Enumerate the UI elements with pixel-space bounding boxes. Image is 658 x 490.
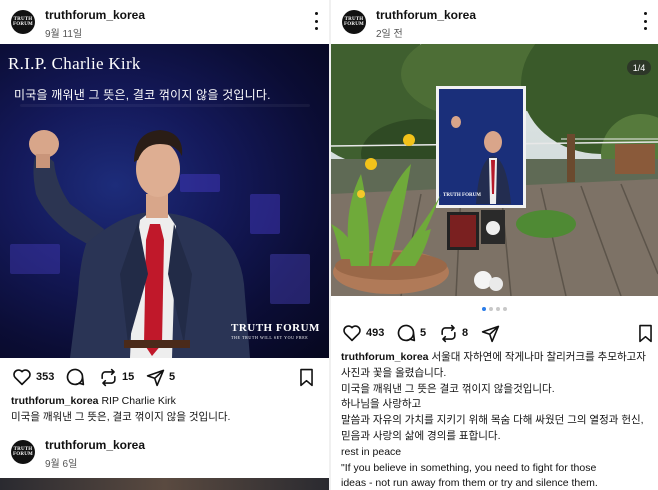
avatar-text: FORUM (13, 22, 33, 27)
caption-line: 서울대 자하연에 작게나마 찰리커크를 추모하고자 (431, 351, 646, 363)
carousel-dot[interactable] (489, 307, 493, 311)
caption-line: 말씀과 자유의 가치를 지키기 위해 목숨 다해 싸웠던 그의 열정과 헌신, (341, 414, 644, 427)
like-button[interactable]: 493 (342, 318, 384, 348)
share-count: 5 (169, 371, 176, 383)
post-image[interactable]: R.I.P. Charlie Kirk 미국을 깨워낸 그 뜻은, 결코 꺾이지… (0, 44, 329, 358)
carousel-counter: 1/4 (627, 60, 651, 75)
carousel-dot[interactable] (503, 307, 507, 311)
caption-line: rest in peace (341, 445, 402, 458)
post-image[interactable]: TRUTH FORUM 1/4 (331, 44, 658, 296)
post-date: 9월 6일 (45, 459, 78, 470)
post-header: TRUTH FORUM truthforum_korea 9월 11일 (0, 0, 329, 44)
logo-main: TRUTH FORUM (231, 322, 320, 334)
share-icon (481, 325, 500, 342)
memorial-photo: TRUTH FORUM (331, 44, 658, 296)
caption-line: 미국을 깨워낸 그 뜻은 결코 꺾이지 않을것입니다. (341, 382, 555, 395)
username[interactable]: truthforum_korea (45, 8, 145, 22)
caption-line: ideas - not run away from them or try an… (341, 477, 598, 490)
next-post-header: TRUTH FORUM truthforum_korea 9월 6일 (0, 430, 329, 474)
left-column: TRUTH FORUM truthforum_korea 9월 11일 R.I.… (0, 0, 329, 490)
more-icon[interactable] (311, 12, 321, 30)
repost-count: 8 (462, 327, 469, 339)
carousel-dot[interactable] (496, 307, 500, 311)
avatar-text: FORUM (13, 452, 33, 457)
right-column: TRUTH FORUM truthforum_korea 2일 전 TRUTH … (331, 0, 658, 490)
image-subtitle: 미국을 깨워낸 그 뜻은, 결코 꺾이지 않을 것입니다. (14, 88, 271, 102)
caption-line: 미국을 깨워낸 그 뜻은, 결코 꺾이지 않을 것입니다. (11, 410, 231, 423)
heart-icon (343, 325, 361, 342)
avatar-text: FORUM (344, 22, 364, 27)
post-header: TRUTH FORUM truthforum_korea 2일 전 (331, 0, 658, 44)
share-button[interactable] (481, 318, 500, 348)
action-bar: 493 5 8 (331, 318, 658, 348)
caption-text: RIP Charlie Kirk (101, 395, 176, 407)
avatar[interactable]: TRUTH FORUM (342, 10, 366, 34)
bookmark-icon (300, 368, 313, 386)
comment-icon (66, 368, 85, 386)
like-count: 353 (36, 371, 55, 383)
comment-icon (397, 324, 416, 342)
comment-button[interactable] (65, 362, 85, 392)
caption-line: 사진과 꽃을 올렸습니다. (341, 366, 447, 379)
username[interactable]: truthforum_korea (45, 438, 145, 452)
heart-icon (13, 369, 31, 386)
caption-username[interactable]: truthforum_korea (341, 351, 429, 363)
bookmark-icon (639, 324, 652, 342)
repost-icon (101, 368, 116, 386)
avatar[interactable]: TRUTH FORUM (11, 10, 35, 34)
repost-button[interactable]: 15 (99, 362, 134, 392)
comment-count: 5 (420, 327, 427, 339)
action-bar: 353 15 5 (0, 362, 329, 392)
like-count: 493 (366, 327, 385, 339)
username[interactable]: truthforum_korea (376, 8, 476, 22)
carousel-indicator (331, 307, 658, 311)
truth-forum-logo: TRUTH FORUM THE TRUTH WILL SET YOU FREE (231, 322, 320, 340)
caption-username[interactable]: truthforum_korea (11, 395, 99, 407)
repost-count: 15 (122, 371, 135, 383)
comment-button[interactable]: 5 (396, 318, 426, 348)
caption-line: 하나님을 사랑하고 (341, 398, 422, 411)
save-button[interactable] (637, 318, 654, 348)
post-date: 2일 전 (376, 29, 403, 40)
repost-icon (441, 324, 456, 342)
share-button[interactable]: 5 (146, 362, 175, 392)
post-caption: truthforum_korea 서울대 자하연에 작게나마 찰리커크를 추모하… (341, 350, 646, 490)
image-title: R.I.P. Charlie Kirk (8, 54, 141, 73)
post-caption: truthforum_korea RIP Charlie Kirk 미국을 깨워… (11, 394, 230, 426)
caption-line: 믿음과 사랑의 삶에 경의를 표합니다. (341, 429, 501, 442)
more-icon[interactable] (640, 12, 650, 30)
post-date: 9월 11일 (45, 29, 83, 40)
caption-line: "If you believe in something, you need t… (341, 461, 597, 474)
share-icon (146, 369, 165, 386)
next-post-image[interactable] (0, 478, 329, 490)
poster-label: TRUTH FORUM (443, 193, 481, 198)
save-button[interactable] (298, 362, 315, 392)
avatar[interactable]: TRUTH FORUM (11, 440, 35, 464)
like-button[interactable]: 353 (12, 362, 54, 392)
carousel-dot[interactable] (482, 307, 486, 311)
logo-tagline: THE TRUTH WILL SET YOU FREE (231, 335, 309, 340)
repost-button[interactable]: 8 (439, 318, 468, 348)
instagram-feed-grid: TRUTH FORUM truthforum_korea 9월 11일 R.I.… (0, 0, 658, 490)
